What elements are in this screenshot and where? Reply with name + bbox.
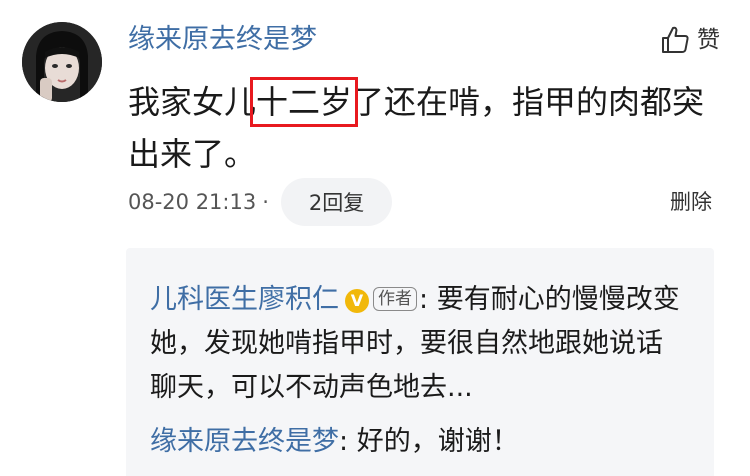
verified-v-icon: V	[345, 289, 369, 313]
reply-author[interactable]: 儿科医生廖积仁	[150, 284, 339, 315]
reply-text: 好的，谢谢！	[348, 426, 519, 457]
thumbs-up-icon	[662, 26, 689, 53]
replies-box: 儿科医生廖积仁 V 作者: 要有耐心的慢慢改变她，发现她啃指甲时，要很自然地跟她说话…	[126, 248, 714, 476]
reply-item[interactable]: 儿科医生廖积仁 V 作者: 要有耐心的慢慢改变她，发现她啃指甲时，要很自然地跟她说话…	[150, 278, 680, 410]
highlighted-text: 十二岁	[250, 77, 359, 127]
like-button[interactable]: 赞	[659, 22, 720, 58]
timestamp: 08-20 21:13	[128, 190, 257, 214]
like-label: 赞	[697, 27, 720, 53]
reply-separator: :	[419, 284, 429, 315]
reply-count-button[interactable]: 2回复	[280, 178, 393, 226]
meta-separator: ·	[262, 190, 269, 214]
comment-meta: 08-20 21:13 · 2回复	[128, 178, 393, 226]
delete-button[interactable]: 删除	[670, 178, 712, 226]
reply-separator: :	[339, 426, 349, 457]
author-tag: 作者	[373, 287, 417, 311]
reply-author[interactable]: 缘来原去终是梦	[150, 426, 339, 457]
comment-username[interactable]: 缘来原去终是梦	[128, 22, 317, 58]
comment-text: 我家女儿十二岁了还在啃，指甲的肉都突出来了。	[128, 76, 728, 180]
avatar[interactable]	[22, 22, 102, 102]
reply-item[interactable]: 缘来原去终是梦: 好的，谢谢！	[150, 420, 680, 464]
comment-text-before: 我家女儿	[128, 83, 257, 121]
comment-page: 缘来原去终是梦 赞 我家女儿十二岁了还在啃，指甲的肉都突出来了。 08-20 2…	[0, 0, 750, 476]
avatar-image	[22, 22, 102, 102]
